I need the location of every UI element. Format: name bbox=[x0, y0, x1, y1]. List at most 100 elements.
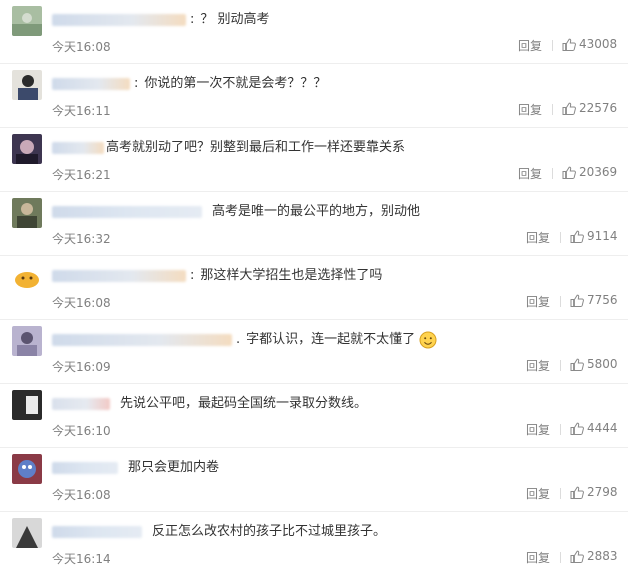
username-blurred[interactable] bbox=[52, 398, 110, 410]
divider bbox=[552, 40, 553, 51]
reply-button[interactable]: 回复 bbox=[526, 549, 550, 566]
like-button[interactable]: 20369 bbox=[562, 165, 617, 179]
colon-separator: : bbox=[190, 268, 195, 283]
comment-item: : 你说的第一次不就是会考？？？ 今天16:11 回复 22576 bbox=[0, 64, 628, 128]
comment-item: 那只会更加内卷 今天16:08 回复 2798 bbox=[0, 448, 628, 512]
comment-line: : 那这样大学招生也是选择性了吗 bbox=[52, 267, 382, 285]
thumbs-up-icon bbox=[562, 166, 576, 179]
like-button[interactable]: 2798 bbox=[570, 485, 618, 499]
avatar[interactable] bbox=[12, 262, 42, 292]
divider bbox=[552, 168, 553, 179]
avatar[interactable] bbox=[12, 70, 42, 100]
comment-text: 反正怎么改农村的孩子比不过城里孩子。 bbox=[152, 524, 387, 539]
comment-item: : 那这样大学招生也是选择性了吗 今天16:08 回复 7756 bbox=[0, 256, 628, 320]
divider bbox=[560, 424, 561, 435]
reply-button[interactable]: 回复 bbox=[526, 485, 550, 502]
like-button[interactable]: 43008 bbox=[562, 37, 617, 51]
like-count: 2798 bbox=[587, 485, 618, 499]
comment-time: 今天16:21 bbox=[52, 168, 111, 182]
smile-emoji-icon bbox=[419, 331, 437, 349]
comment-time: 今天16:09 bbox=[52, 360, 111, 374]
reply-button[interactable]: 回复 bbox=[526, 357, 550, 374]
like-count: 20369 bbox=[579, 165, 618, 179]
divider bbox=[560, 296, 561, 307]
comment-text: 先说公平吧，最起码全国统一录取分数线。 bbox=[120, 396, 368, 411]
colon-separator: : bbox=[190, 12, 195, 27]
comment-line: : ？ 别动高考 bbox=[52, 11, 270, 29]
divider bbox=[552, 104, 553, 115]
comment-line: . 字都认识，连一起就不太懂了 bbox=[52, 331, 437, 349]
comment-text: 高考就别动了吧？别整到最后和工作一样还要靠关系 bbox=[106, 140, 406, 155]
avatar[interactable] bbox=[12, 198, 42, 228]
thumbs-up-icon bbox=[570, 358, 584, 371]
comment-item: 先说公平吧，最起码全国统一录取分数线。 今天16:10 回复 4444 bbox=[0, 384, 628, 448]
username-blurred[interactable] bbox=[52, 142, 104, 154]
comment-list: : ？ 别动高考 今天16:08 回复 43008 : 你说的第一次不就是会考？… bbox=[0, 0, 628, 569]
like-button[interactable]: 5800 bbox=[570, 357, 618, 371]
divider bbox=[560, 232, 561, 243]
reply-button[interactable]: 回复 bbox=[518, 101, 542, 118]
avatar[interactable] bbox=[12, 6, 42, 36]
comment-line: : 你说的第一次不就是会考？？？ bbox=[52, 75, 326, 93]
avatar[interactable] bbox=[12, 454, 42, 484]
colon-separator: : bbox=[134, 76, 139, 91]
comment-item: 反正怎么改农村的孩子比不过城里孩子。 今天16:14 回复 2883 bbox=[0, 512, 628, 576]
comment-line: 高考是唯一的最公平的地方，别动他 bbox=[52, 203, 420, 221]
like-count: 2883 bbox=[587, 549, 618, 563]
reply-button[interactable]: 回复 bbox=[526, 421, 550, 438]
like-count: 43008 bbox=[579, 37, 618, 51]
comment-time: 今天16:08 bbox=[52, 296, 111, 310]
thumbs-up-icon bbox=[562, 102, 576, 115]
username-blurred[interactable] bbox=[52, 334, 232, 346]
like-button[interactable]: 7756 bbox=[570, 293, 618, 307]
like-count: 9114 bbox=[587, 229, 618, 243]
thumbs-up-icon bbox=[570, 550, 584, 563]
reply-button[interactable]: 回复 bbox=[526, 229, 550, 246]
comment-item: 高考是唯一的最公平的地方，别动他 今天16:32 回复 9114 bbox=[0, 192, 628, 256]
comment-line: 反正怎么改农村的孩子比不过城里孩子。 bbox=[52, 523, 386, 541]
comment-text: 那这样大学招生也是选择性了吗 bbox=[200, 268, 383, 283]
divider bbox=[560, 552, 561, 563]
reply-button[interactable]: 回复 bbox=[518, 165, 542, 182]
username-blurred[interactable] bbox=[52, 14, 186, 26]
comment-text: ？ 别动高考 bbox=[200, 12, 270, 27]
reply-button[interactable]: 回复 bbox=[518, 37, 542, 54]
avatar[interactable] bbox=[12, 518, 42, 548]
comment-time: 今天16:11 bbox=[52, 104, 111, 118]
like-count: 5800 bbox=[587, 357, 618, 371]
thumbs-up-icon bbox=[570, 230, 584, 243]
thumbs-up-icon bbox=[570, 294, 584, 307]
username-blurred[interactable] bbox=[52, 526, 142, 538]
divider bbox=[560, 488, 561, 499]
colon-separator: . bbox=[236, 332, 241, 347]
reply-button[interactable]: 回复 bbox=[526, 293, 550, 310]
comment-time: 今天16:14 bbox=[52, 552, 111, 566]
divider bbox=[560, 360, 561, 371]
comment-line: 那只会更加内卷 bbox=[52, 459, 219, 477]
comment-item: 高考就别动了吧？别整到最后和工作一样还要靠关系 今天16:21 回复 20369 bbox=[0, 128, 628, 192]
like-count: 7756 bbox=[587, 293, 618, 307]
comment-time: 今天16:10 bbox=[52, 424, 111, 438]
like-button[interactable]: 2883 bbox=[570, 549, 618, 563]
username-blurred[interactable] bbox=[52, 78, 130, 90]
username-blurred[interactable] bbox=[52, 270, 186, 282]
comment-item: . 字都认识，连一起就不太懂了 今天16:09 回复 5800 bbox=[0, 320, 628, 384]
like-button[interactable]: 9114 bbox=[570, 229, 618, 243]
username-blurred[interactable] bbox=[52, 206, 202, 218]
like-count: 22576 bbox=[579, 101, 618, 115]
like-button[interactable]: 4444 bbox=[570, 421, 618, 435]
comment-time: 今天16:32 bbox=[52, 232, 111, 246]
comment-time: 今天16:08 bbox=[52, 488, 111, 502]
comment-text: 字都认识，连一起就不太懂了 bbox=[246, 332, 416, 347]
username-blurred[interactable] bbox=[52, 462, 118, 474]
like-button[interactable]: 22576 bbox=[562, 101, 617, 115]
comment-time: 今天16:08 bbox=[52, 40, 111, 54]
comment-text: 高考是唯一的最公平的地方，别动他 bbox=[212, 204, 421, 219]
avatar[interactable] bbox=[12, 326, 42, 356]
like-count: 4444 bbox=[587, 421, 618, 435]
comment-text: 你说的第一次不就是会考？？？ bbox=[144, 76, 327, 91]
comment-item: : ？ 别动高考 今天16:08 回复 43008 bbox=[0, 0, 628, 64]
thumbs-up-icon bbox=[570, 486, 584, 499]
avatar[interactable] bbox=[12, 390, 42, 420]
avatar[interactable] bbox=[12, 134, 42, 164]
